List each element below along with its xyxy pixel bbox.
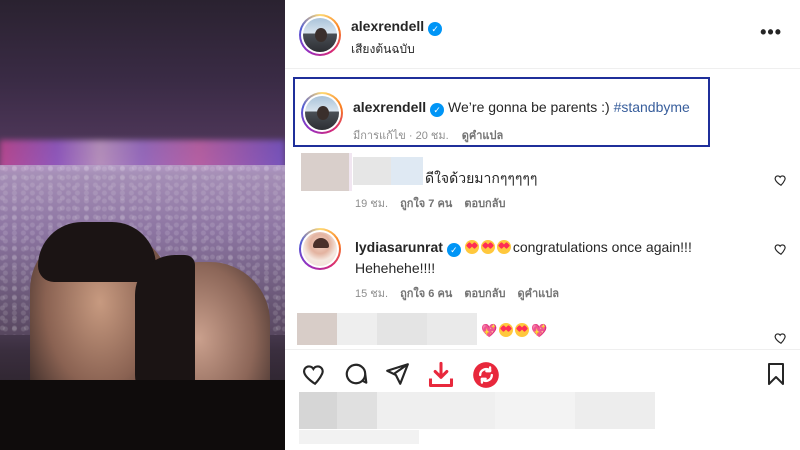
- verified-badge-icon: ✓: [446, 243, 461, 257]
- author-avatar[interactable]: [299, 14, 341, 56]
- caption-author-avatar[interactable]: [301, 92, 343, 134]
- audio-label[interactable]: เสียงต้นฉบับ: [351, 40, 415, 59]
- comment-translate-link[interactable]: ดูคำแปล: [517, 288, 559, 300]
- timestamp-blurred: [299, 430, 419, 444]
- comment-author-blurred: [391, 157, 423, 185]
- comment-emojis: 💖 💖: [481, 322, 549, 340]
- likes-text-blurred: [377, 392, 495, 429]
- caption-text: We’re gonna be parents :): [448, 99, 610, 115]
- sparkling-heart-emoji-icon: 💖: [481, 323, 498, 338]
- person-left-hair: [38, 222, 156, 282]
- comment-time: 19 ชม.: [355, 198, 389, 210]
- comment-body: lydiasarunrat ✓ congratulations once agai…: [355, 237, 735, 279]
- comment-text: ดีใจด้วยมากๆๆๆๆๆ: [425, 170, 538, 186]
- heart-eyes-emoji-icon: [480, 240, 495, 254]
- caption-line: alexrendell ✓ We’re gonna be parents :) #…: [353, 99, 690, 117]
- heart-eyes-emoji-icon: [499, 323, 514, 337]
- comment-author-name[interactable]: lydiasarunrat: [355, 239, 443, 255]
- comment-meta: 15 ชม. ถูกใจ 6 คน ตอบกลับ ดูคำแปล: [355, 284, 571, 302]
- caption-meta: มีการแก้ไข · 20 ชม. ดูคำแปล: [353, 126, 503, 144]
- comment-icon[interactable]: [343, 361, 369, 387]
- more-options-button[interactable]: •••: [760, 22, 782, 43]
- caption-translate-link[interactable]: ดูคำแปล: [462, 130, 504, 142]
- likes-text-blurred: [575, 392, 655, 429]
- comment-avatar-blurred[interactable]: [301, 153, 349, 191]
- comment-time: 15 ชม.: [355, 288, 389, 300]
- heart-eyes-emoji-icon: [496, 240, 511, 254]
- blur-strip: [349, 153, 352, 191]
- actions-divider: [285, 349, 800, 350]
- caption-author-name[interactable]: alexrendell: [353, 99, 426, 115]
- comment-likes[interactable]: ถูกใจ 6 คน: [400, 288, 452, 300]
- post-panel: alexrendell ✓ เสียงต้นฉบับ ••• alexrendel…: [285, 0, 800, 450]
- header-divider: [285, 68, 800, 69]
- comment-author-avatar[interactable]: [299, 228, 341, 270]
- comment-meta: 19 ชม. ถูกใจ 7 คน ตอบกลับ: [355, 194, 517, 212]
- caption-hashtag[interactable]: #standbyme: [614, 99, 690, 115]
- likes-text-blurred: [337, 392, 377, 429]
- comment-reply-button[interactable]: ตอบกลับ: [464, 288, 505, 300]
- heart-outline-icon[interactable]: [774, 242, 788, 256]
- comment-likes[interactable]: ถูกใจ 7 คน: [400, 198, 452, 210]
- sparkling-heart-emoji-icon: 💖: [531, 323, 548, 338]
- foreground-shadow: [0, 380, 285, 450]
- verified-badge-icon: ✓: [430, 103, 445, 117]
- heart-eyes-emoji-icon: [464, 240, 479, 254]
- caption-edited: มีการแก้ไข · 20 ชม.: [353, 130, 449, 142]
- heart-outline-icon[interactable]: [774, 331, 788, 345]
- heart-outline-icon[interactable]: [774, 173, 788, 187]
- author-name[interactable]: alexrendell ✓: [351, 18, 443, 36]
- bookmark-icon[interactable]: [764, 361, 788, 387]
- heart-eyes-emoji-icon: [515, 323, 530, 337]
- comment-reply-button[interactable]: ตอบกลับ: [464, 198, 505, 210]
- comment-avatar-blurred[interactable]: [297, 313, 337, 345]
- comment-author-blurred: [337, 313, 377, 345]
- like-icon[interactable]: [302, 361, 328, 387]
- likes-avatar-blurred: [299, 392, 337, 429]
- post-media[interactable]: [0, 0, 285, 450]
- comment-author-blurred: [377, 313, 427, 345]
- verified-badge-icon: ✓: [428, 22, 443, 36]
- refresh-icon[interactable]: [472, 361, 500, 389]
- comment-author-blurred: [427, 313, 477, 345]
- download-icon[interactable]: [427, 361, 455, 389]
- share-icon[interactable]: [384, 361, 410, 387]
- comment-author-blurred[interactable]: [353, 157, 391, 185]
- likes-text-blurred: [495, 392, 575, 429]
